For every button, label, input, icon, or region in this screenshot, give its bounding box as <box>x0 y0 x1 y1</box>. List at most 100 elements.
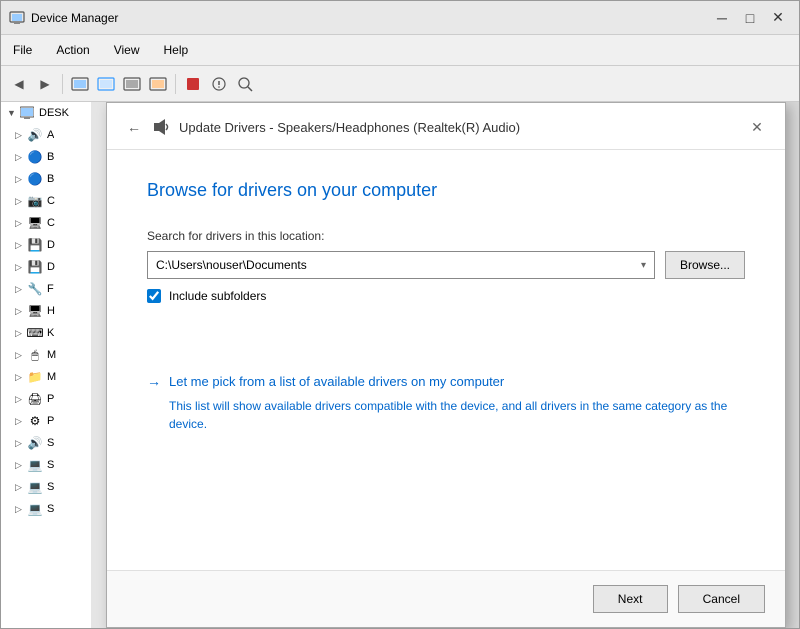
expand-icon: ▷ <box>15 328 25 339</box>
menu-file[interactable]: File <box>1 39 44 61</box>
proc-icon: ⚙ <box>27 413 43 429</box>
camera-icon: 📷 <box>27 193 43 209</box>
item-label: C <box>47 195 55 207</box>
update-drivers-dialog: ← Update Drivers - Speakers/Headphones (… <box>106 102 786 628</box>
speaker-icon <box>153 118 171 136</box>
maximize-button[interactable]: □ <box>737 5 763 31</box>
storage-icon-2: 💻 <box>27 479 43 495</box>
dialog-title-text: Update Drivers - Speakers/Headphones (Re… <box>179 120 520 135</box>
expand-icon: ▷ <box>15 262 25 273</box>
dialog-body: Browse for drivers on your computer Sear… <box>107 150 785 570</box>
pick-drivers-description: This list will show available drivers co… <box>169 397 745 433</box>
toolbar-back[interactable]: ◀ <box>7 72 31 96</box>
arrow-icon: → <box>147 373 161 389</box>
expand-icon: ▷ <box>15 306 25 317</box>
expand-icon: ▷ <box>15 460 25 471</box>
item-label: D <box>47 239 55 251</box>
title-bar: Device Manager ─ □ ✕ <box>1 1 799 35</box>
toolbar-btn-7[interactable] <box>233 72 257 96</box>
close-window-button[interactable]: ✕ <box>765 5 791 31</box>
item-label: P <box>47 393 54 405</box>
toolbar-btn-5[interactable] <box>181 72 205 96</box>
window-title: Device Manager <box>31 11 709 25</box>
dialog-title-bar: ← Update Drivers - Speakers/Headphones (… <box>107 103 785 150</box>
expand-icon: ▷ <box>15 196 25 207</box>
sound-icon-2: 🔊 <box>27 435 43 451</box>
item-label: S <box>47 481 54 493</box>
path-input-row: C:\Users\nouser\Documents ▾ Browse... <box>147 251 745 279</box>
computer-icon <box>19 105 35 121</box>
toolbar-forward[interactable]: ▶ <box>33 72 57 96</box>
keyboard-icon: ⌨ <box>27 325 43 341</box>
item-label: S <box>47 503 54 515</box>
toolbar-btn-3[interactable] <box>120 72 144 96</box>
bluetooth-icon-2: 🔵 <box>27 171 43 187</box>
expand-icon: ▷ <box>15 240 25 251</box>
minimize-button[interactable]: ─ <box>709 5 735 31</box>
main-area: ▼ DESK ▷ 🔊 A ▷ 🔵 B <box>1 102 799 628</box>
item-label: P <box>47 415 54 427</box>
item-label: C <box>47 217 55 229</box>
toolbar-btn-2[interactable] <box>94 72 118 96</box>
menu-bar: File Action View Help <box>1 35 799 66</box>
expand-icon: ▷ <box>15 372 25 383</box>
toolbar-btn-4[interactable] <box>146 72 170 96</box>
dialog-back-button[interactable]: ← <box>123 116 145 138</box>
item-label: M <box>47 371 56 383</box>
expand-icon: ▷ <box>15 130 25 141</box>
toolbar-btn-6[interactable] <box>207 72 231 96</box>
dropdown-arrow-icon: ▾ <box>641 260 646 271</box>
toolbar-btn-1[interactable] <box>68 72 92 96</box>
disk-icon: 💾 <box>27 237 43 253</box>
item-label: M <box>47 349 56 361</box>
expand-icon: ▷ <box>15 174 25 185</box>
menu-view[interactable]: View <box>102 39 152 61</box>
path-input-container[interactable]: C:\Users\nouser\Documents ▾ <box>147 251 655 279</box>
expand-icon: ▷ <box>15 350 25 361</box>
dialog-heading: Browse for drivers on your computer <box>147 180 745 201</box>
storage-icon: 💻 <box>27 457 43 473</box>
toolbar-sep-2 <box>175 74 176 94</box>
menu-action[interactable]: Action <box>44 39 101 61</box>
disk-icon-2: 💾 <box>27 259 43 275</box>
form-label: Search for drivers in this location: <box>147 229 745 243</box>
sound-icon: 🔊 <box>27 127 43 143</box>
monitor-icon: 🖥 <box>27 215 43 231</box>
browse-button[interactable]: Browse... <box>665 251 745 279</box>
firmware-icon: 🔧 <box>27 281 43 297</box>
dialog-close-button[interactable]: ✕ <box>745 115 769 139</box>
include-subfolders-checkbox[interactable] <box>147 289 161 303</box>
item-label: H <box>47 305 55 317</box>
item-label: B <box>47 173 54 185</box>
pick-drivers-link-text: Let me pick from a list of available dri… <box>169 374 504 389</box>
cancel-button[interactable]: Cancel <box>678 585 765 613</box>
expand-icon: ▷ <box>15 394 25 405</box>
item-label: D <box>47 261 55 273</box>
sidebar-root-label: DESK <box>39 107 69 119</box>
item-label: S <box>47 437 54 449</box>
alternate-options-section: → Let me pick from a list of available d… <box>147 353 745 433</box>
item-label: K <box>47 327 54 339</box>
bluetooth-icon: 🔵 <box>27 149 43 165</box>
expand-icon: ▷ <box>15 438 25 449</box>
path-input-value: C:\Users\nouser\Documents <box>156 258 307 272</box>
mouse-icon: 🖱 <box>27 347 43 363</box>
next-button[interactable]: Next <box>593 585 668 613</box>
expand-icon: ▷ <box>15 218 25 229</box>
device-manager-window: Device Manager ─ □ ✕ File Action View He… <box>0 0 800 629</box>
pick-drivers-link[interactable]: → Let me pick from a list of available d… <box>147 373 745 389</box>
window-controls: ─ □ ✕ <box>709 5 791 31</box>
monitor-icon-2: 📁 <box>27 369 43 385</box>
expand-icon: ▷ <box>15 152 25 163</box>
menu-help[interactable]: Help <box>152 39 201 61</box>
app-icon <box>9 10 25 26</box>
item-label: B <box>47 151 54 163</box>
include-subfolders-row: Include subfolders <box>147 289 745 303</box>
item-label: F <box>47 283 54 295</box>
hid-icon: 🖥 <box>27 303 43 319</box>
expand-icon: ▷ <box>15 482 25 493</box>
toolbar-sep-1 <box>62 74 63 94</box>
dialog-footer: Next Cancel <box>107 570 785 627</box>
include-subfolders-label: Include subfolders <box>169 289 266 303</box>
expand-icon: ▷ <box>15 504 25 515</box>
